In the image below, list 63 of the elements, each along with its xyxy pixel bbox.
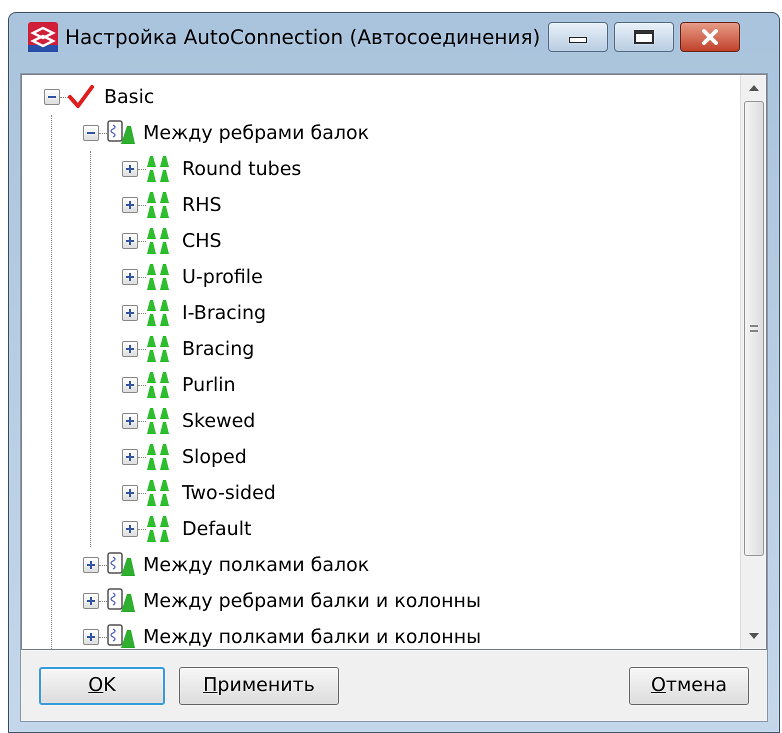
close-button[interactable] xyxy=(680,22,740,52)
expander-toggle[interactable] xyxy=(122,233,138,249)
tree-item-label[interactable]: Между ребрами балок xyxy=(139,118,374,148)
expander-toggle[interactable] xyxy=(122,197,138,213)
maximize-icon xyxy=(634,30,654,44)
close-icon xyxy=(701,29,720,45)
expander-toggle[interactable] xyxy=(83,557,99,573)
tree-item-label[interactable]: Между полками балок xyxy=(139,550,374,580)
document-cone-icon xyxy=(107,588,137,614)
cones-icon xyxy=(146,263,172,291)
app-logo-icon xyxy=(27,21,59,53)
expander-toggle[interactable] xyxy=(122,269,138,285)
tree-item-label[interactable]: I-Bracing xyxy=(178,298,270,328)
tree-item-label[interactable]: RHS xyxy=(178,190,226,220)
tree-item-label[interactable]: U-profile xyxy=(178,262,267,292)
expander-toggle[interactable] xyxy=(122,377,138,393)
vertical-scrollbar[interactable] xyxy=(740,75,766,649)
tree-item-label[interactable]: Bracing xyxy=(178,334,258,364)
expander-toggle[interactable] xyxy=(83,593,99,609)
dialog-button[interactable]: Применить xyxy=(179,666,339,704)
document-cone-icon xyxy=(107,552,137,578)
tree-item-label[interactable]: Между полками балки и колонны xyxy=(139,622,486,649)
tree-item-label[interactable]: CHS xyxy=(178,226,226,256)
expander-toggle[interactable] xyxy=(83,125,99,141)
maximize-button[interactable] xyxy=(614,22,674,52)
document-cone-icon xyxy=(107,120,137,146)
tree-item-label[interactable]: Purlin xyxy=(178,370,240,400)
expander-toggle[interactable] xyxy=(122,521,138,537)
expander-toggle[interactable] xyxy=(122,449,138,465)
grip-icon xyxy=(750,325,758,332)
scroll-up-icon[interactable] xyxy=(748,85,758,91)
cones-icon xyxy=(146,299,172,327)
tree-item-label[interactable]: Между ребрами балки и колонны xyxy=(139,586,485,616)
expander-toggle[interactable] xyxy=(122,341,138,357)
tree-item-label[interactable]: Basic xyxy=(100,82,158,112)
cones-icon xyxy=(146,155,172,183)
expander-toggle[interactable] xyxy=(122,485,138,501)
expander-toggle[interactable] xyxy=(44,89,60,105)
dialog-button[interactable]: Отмена xyxy=(629,666,749,704)
dialog-button[interactable]: OK xyxy=(39,666,165,704)
cones-icon xyxy=(146,335,172,363)
tree-item-label[interactable]: Default xyxy=(178,514,256,544)
cones-icon xyxy=(146,443,172,471)
expander-toggle[interactable] xyxy=(122,161,138,177)
tree-item-label[interactable]: Two-sided xyxy=(178,478,280,508)
cones-icon xyxy=(146,227,172,255)
cones-icon xyxy=(146,371,172,399)
scrollbar-thumb[interactable] xyxy=(744,101,764,556)
checkmark-icon xyxy=(68,85,94,109)
cones-icon xyxy=(146,407,172,435)
cones-icon xyxy=(146,515,172,543)
expander-toggle[interactable] xyxy=(83,629,99,645)
cones-icon xyxy=(146,191,172,219)
window-title: Настройка AutoConnection (Автосоединения) xyxy=(65,24,540,51)
tree-item-label[interactable]: Skewed xyxy=(178,406,260,436)
minimize-icon xyxy=(569,37,588,43)
expander-toggle[interactable] xyxy=(122,305,138,321)
expander-toggle[interactable] xyxy=(122,413,138,429)
minimize-button[interactable] xyxy=(548,22,608,52)
cones-icon xyxy=(146,479,172,507)
tree-item-label[interactable]: Round tubes xyxy=(178,154,306,184)
tree-item-label[interactable]: Sloped xyxy=(178,442,251,472)
scroll-down-icon[interactable] xyxy=(748,633,758,639)
